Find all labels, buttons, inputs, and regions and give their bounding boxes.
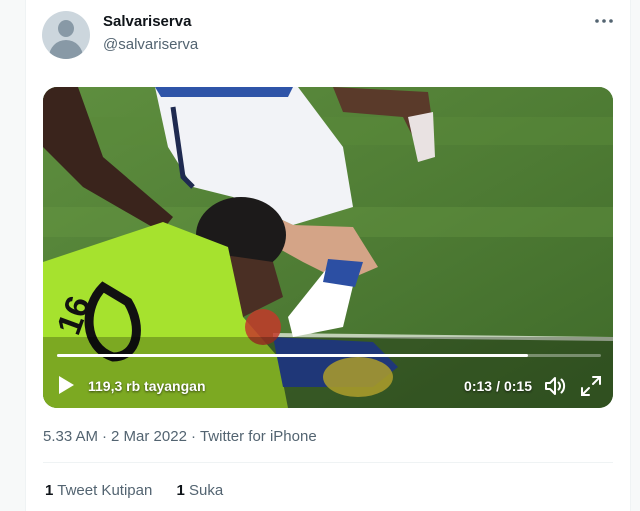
video-time: 0:13/0:15 bbox=[464, 378, 532, 394]
quote-tweets-label: Tweet Kutipan bbox=[57, 482, 153, 499]
play-icon[interactable] bbox=[57, 375, 75, 395]
video-player[interactable]: 16 119,3 rb tayangan 0:13/0:15 bbox=[43, 87, 613, 408]
video-progress-bar[interactable] bbox=[57, 354, 601, 357]
default-avatar-icon bbox=[58, 20, 74, 37]
tweet-stats: 1 Tweet Kutipan 1 Suka bbox=[45, 482, 243, 499]
quote-tweets-count: 1 bbox=[45, 482, 54, 499]
likes-stat[interactable]: 1 Suka bbox=[176, 482, 223, 499]
user-handle[interactable]: @salvariserva bbox=[103, 36, 198, 53]
meta-separator: · bbox=[102, 428, 108, 445]
display-name[interactable]: Salvariserva bbox=[103, 13, 191, 30]
video-frame: 16 bbox=[43, 87, 613, 408]
tweet-meta: 5.33 AM · 2 Mar 2022 · Twitter for iPhone bbox=[43, 428, 317, 445]
likes-count: 1 bbox=[176, 482, 185, 499]
avatar[interactable] bbox=[42, 11, 90, 59]
tweet-source[interactable]: Twitter for iPhone bbox=[200, 428, 317, 445]
duration: 0:15 bbox=[503, 378, 532, 394]
tweet-time[interactable]: 5.33 AM bbox=[43, 428, 98, 445]
tweet-card: Salvariserva @salvariserva 16 119,3 rb t… bbox=[25, 0, 631, 511]
divider bbox=[43, 462, 613, 463]
likes-label: Suka bbox=[189, 482, 224, 499]
time-separator: / bbox=[496, 378, 500, 394]
fullscreen-icon[interactable] bbox=[579, 374, 603, 398]
quote-tweets-stat[interactable]: 1 Tweet Kutipan bbox=[45, 482, 152, 499]
meta-separator: · bbox=[190, 428, 196, 445]
volume-icon[interactable] bbox=[543, 374, 567, 398]
video-progress-fill bbox=[57, 354, 528, 357]
current-time: 0:13 bbox=[464, 378, 493, 394]
more-options-icon[interactable] bbox=[591, 8, 617, 34]
tweet-date[interactable]: 2 Mar 2022 bbox=[111, 428, 187, 445]
view-count: 119,3 rb tayangan bbox=[88, 378, 206, 394]
